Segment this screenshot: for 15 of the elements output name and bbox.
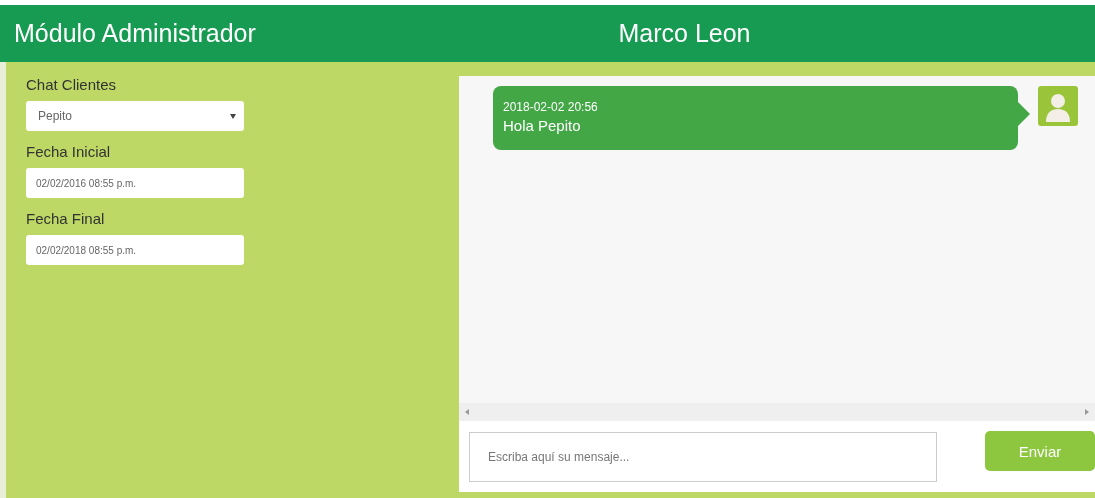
date-field[interactable]: 02/02/2018 08:55 p.m. — [26, 235, 244, 265]
field-label: Fecha Inicial — [26, 143, 112, 160]
app-title: Módulo Administrador — [13, 19, 257, 48]
date-field[interactable]: 02/02/2016 08:55 p.m. — [26, 168, 244, 198]
client-select[interactable]: Pepito — [26, 101, 244, 131]
message-time: 2018-02-02 20:56 — [503, 100, 599, 114]
scroll-left-icon[interactable] — [465, 409, 469, 415]
message-input[interactable]: Escriba aquí su mensaje... — [469, 432, 937, 482]
field-label: Fecha Final — [26, 210, 106, 227]
caret-icon — [230, 113, 236, 119]
avatar-icon — [1038, 86, 1078, 126]
user-name: Marco Leon — [617, 19, 752, 48]
field-label: Chat Clientes — [26, 76, 118, 93]
scroll-right-icon[interactable] — [1085, 409, 1089, 415]
message-text: Hola Pepito — [503, 117, 581, 134]
